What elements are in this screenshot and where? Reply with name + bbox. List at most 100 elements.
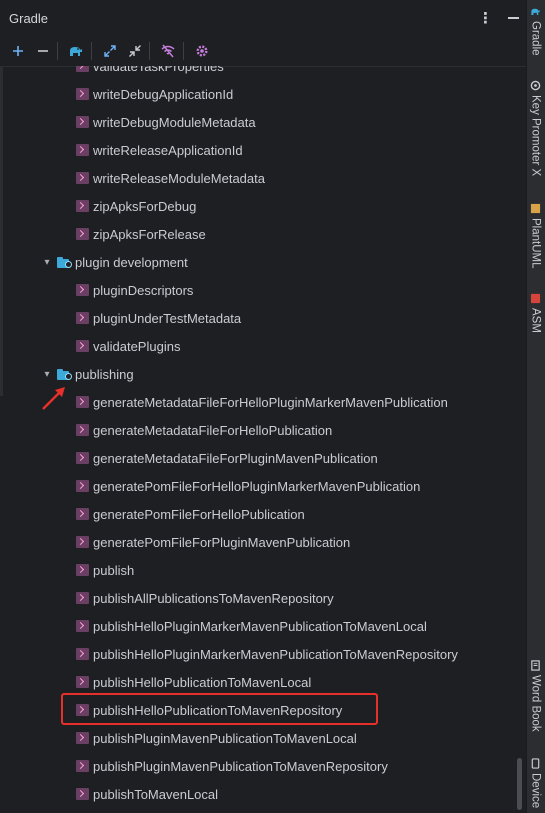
tab-label: Word Book bbox=[529, 675, 542, 732]
toolbar-separator bbox=[57, 42, 58, 60]
tab-asm[interactable]: ASM bbox=[526, 293, 545, 333]
task-item[interactable]: generatePomFileForHelloPublication bbox=[76, 500, 305, 528]
task-label: generateMetadataFileForHelloPluginMarker… bbox=[93, 394, 448, 410]
tool-window-header: Gradle ⋮ bbox=[0, 0, 526, 36]
gradle-task-icon bbox=[76, 648, 89, 660]
tab-label: PlantUML bbox=[529, 218, 542, 269]
task-group-folder-icon bbox=[57, 368, 72, 380]
tab-label: Gradle bbox=[529, 21, 542, 56]
task-item[interactable]: publishHelloPublicationToMavenLocal bbox=[76, 668, 311, 696]
tab-key-promoter-x[interactable]: Key Promoter X bbox=[526, 80, 545, 176]
gradle-task-icon bbox=[76, 396, 89, 408]
tab-gradle[interactable]: Gradle bbox=[526, 6, 545, 56]
task-label: generatePomFileForHelloPublication bbox=[93, 506, 305, 522]
task-label: generatePomFileForHelloPluginMarkerMaven… bbox=[93, 478, 421, 494]
task-item[interactable]: pluginUnderTestMetadata bbox=[76, 304, 241, 332]
task-label: zipApksForRelease bbox=[93, 226, 206, 242]
group-label: plugin development bbox=[75, 254, 188, 270]
task-label: generateMetadataFileForPluginMavenPublic… bbox=[93, 450, 378, 466]
task-item[interactable]: publishHelloPluginMarkerMavenPublication… bbox=[76, 612, 427, 640]
task-item[interactable]: generateMetadataFileForPluginMavenPublic… bbox=[76, 444, 378, 472]
task-item[interactable]: generateMetadataFileForHelloPluginMarker… bbox=[76, 388, 448, 416]
chevron-down-icon[interactable]: ▾ bbox=[40, 257, 54, 268]
gradle-task-icon bbox=[76, 620, 89, 632]
task-item[interactable]: generatePomFileForPluginMavenPublication bbox=[76, 528, 350, 556]
gradle-task-icon bbox=[76, 452, 89, 464]
task-item[interactable]: writeDebugApplicationId bbox=[76, 80, 233, 108]
gradle-elephant-icon[interactable] bbox=[66, 41, 86, 61]
annotation-highlight-box bbox=[61, 693, 378, 725]
gradle-task-icon bbox=[76, 592, 89, 604]
task-label: writeReleaseModuleMetadata bbox=[93, 170, 265, 186]
gradle-task-icon bbox=[76, 312, 89, 324]
gradle-tool-window: Gradle ⋮ validateTaskProperties writeDeb bbox=[0, 0, 526, 813]
task-group-folder-icon bbox=[57, 256, 72, 268]
task-item[interactable]: publishPluginMavenPublicationToMavenRepo… bbox=[76, 752, 388, 780]
task-label: pluginDescriptors bbox=[93, 282, 194, 298]
task-item[interactable]: publishToMavenLocal bbox=[76, 780, 218, 808]
chevron-down-icon[interactable]: ▾ bbox=[40, 369, 54, 380]
collapse-all-icon[interactable] bbox=[125, 41, 145, 61]
tab-device[interactable]: Device bbox=[526, 758, 545, 808]
tab-plantuml[interactable]: PlantUML bbox=[526, 203, 545, 269]
task-item[interactable]: publish bbox=[76, 556, 134, 584]
expand-all-icon[interactable] bbox=[100, 41, 120, 61]
task-label: writeDebugApplicationId bbox=[93, 86, 234, 102]
gradle-task-icon bbox=[76, 144, 89, 156]
key-promoter-icon bbox=[530, 80, 541, 91]
task-item[interactable]: writeDebugModuleMetadata bbox=[76, 108, 256, 136]
task-item[interactable]: validateTaskProperties bbox=[76, 66, 224, 80]
toolbar-separator bbox=[149, 42, 150, 60]
tab-label: ASM bbox=[529, 308, 542, 333]
minimize-icon[interactable] bbox=[506, 9, 520, 27]
task-label: publishAllPublicationsToMavenRepository bbox=[93, 590, 334, 606]
task-label: publishToMavenLocal bbox=[93, 786, 219, 802]
asm-icon bbox=[530, 293, 541, 304]
gradle-task-icon bbox=[76, 116, 89, 128]
task-label: generatePomFileForPluginMavenPublication bbox=[93, 534, 351, 550]
gradle-elephant-icon bbox=[531, 8, 540, 15]
gradle-task-icon bbox=[76, 172, 89, 184]
task-item[interactable]: generateMetadataFileForHelloPublication bbox=[76, 416, 332, 444]
task-item[interactable]: publishHelloPluginMarkerMavenPublication… bbox=[76, 640, 458, 668]
task-item[interactable]: generatePomFileForHelloPluginMarkerMaven… bbox=[76, 472, 420, 500]
task-item[interactable]: pluginDescriptors bbox=[76, 276, 193, 304]
task-item[interactable]: validatePlugins bbox=[76, 332, 180, 360]
gradle-task-icon bbox=[76, 200, 89, 212]
task-label: generateMetadataFileForHelloPublication bbox=[93, 422, 333, 438]
task-item[interactable]: zipApksForDebug bbox=[76, 192, 196, 220]
task-label: validateTaskProperties bbox=[93, 66, 224, 74]
gradle-task-icon bbox=[76, 340, 89, 352]
task-label: publishHelloPluginMarkerMavenPublication… bbox=[93, 618, 427, 634]
task-item[interactable]: zipApksForRelease bbox=[76, 220, 206, 248]
annotation-arrow-icon bbox=[42, 387, 65, 410]
more-options-icon[interactable]: ⋮ bbox=[478, 9, 493, 27]
tree-scrollbar[interactable] bbox=[517, 758, 522, 810]
gradle-task-icon bbox=[76, 732, 89, 744]
tree-group-plugin-development[interactable]: ▾ plugin development bbox=[40, 248, 188, 276]
task-item[interactable]: publishAllPublicationsToMavenRepository bbox=[76, 584, 334, 612]
gradle-task-icon bbox=[76, 564, 89, 576]
tool-window-title: Gradle bbox=[9, 10, 49, 26]
gradle-task-icon bbox=[76, 676, 89, 688]
device-icon bbox=[531, 758, 540, 769]
remove-icon[interactable] bbox=[33, 41, 53, 61]
add-icon[interactable] bbox=[8, 41, 28, 61]
task-item[interactable]: publishPluginMavenPublicationToMavenLoca… bbox=[76, 724, 357, 752]
gradle-task-icon bbox=[76, 788, 89, 800]
task-item[interactable]: writeReleaseApplicationId bbox=[76, 136, 243, 164]
gradle-task-icon bbox=[76, 88, 89, 100]
toolbar-separator bbox=[183, 42, 184, 60]
settings-icon[interactable] bbox=[192, 41, 212, 61]
gradle-task-icon bbox=[76, 760, 89, 772]
tab-word-book[interactable]: Word Book bbox=[526, 660, 545, 732]
gradle-task-icon bbox=[76, 480, 89, 492]
task-item[interactable]: writeReleaseModuleMetadata bbox=[76, 164, 265, 192]
toolbar-separator bbox=[91, 42, 92, 60]
task-label: publishHelloPublicationToMavenLocal bbox=[93, 674, 312, 690]
task-label: validatePlugins bbox=[93, 338, 181, 354]
task-label: publishHelloPluginMarkerMavenPublication… bbox=[93, 646, 458, 662]
group-label: publishing bbox=[75, 366, 134, 382]
task-label: writeReleaseApplicationId bbox=[93, 142, 243, 158]
offline-mode-icon[interactable] bbox=[158, 41, 178, 61]
